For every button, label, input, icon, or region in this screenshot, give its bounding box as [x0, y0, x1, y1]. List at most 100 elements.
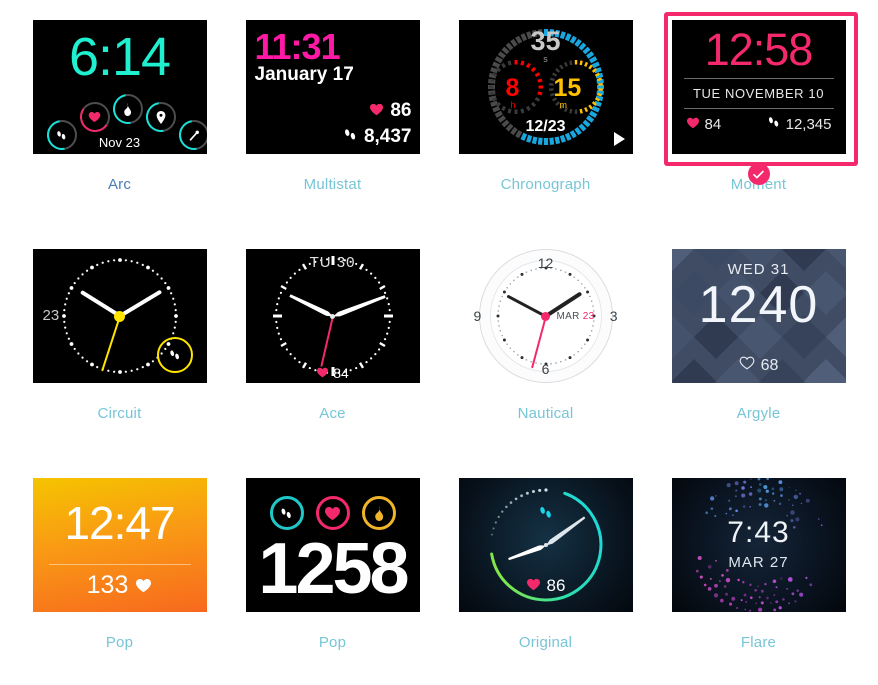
watch-face-label-chronograph[interactable]: Chronograph [459, 176, 633, 193]
chronograph-minutes: 15 [554, 74, 582, 103]
exercise-icon [179, 120, 207, 150]
watch-face-preview-original[interactable]: 86 [459, 478, 633, 612]
chronograph-hours: 8 [506, 74, 520, 103]
nautical-numeral-6: 6 [542, 361, 550, 377]
moment-heart-rate: 84 [686, 115, 722, 133]
chronograph-hours-unit: h [511, 100, 516, 110]
nautical-face: 12 3 6 9 MAR 23 [459, 249, 633, 383]
watch-face-tile-original[interactable]: 86 Original [459, 478, 633, 685]
steps-icon [343, 126, 358, 148]
watch-face-tile-zone[interactable]: 12:47 133 Pop [33, 478, 207, 685]
watch-face-tile-nautical[interactable]: 12 3 6 9 MAR 23 Nautical [459, 249, 633, 456]
flare-time: 7:43 [672, 516, 846, 550]
nautical-numeral-3: 3 [610, 308, 618, 324]
original-heart-rate-value: 86 [547, 576, 566, 596]
nautical-date-day: 23 [583, 311, 595, 322]
watch-face-preview-moment[interactable]: 12:58 TUE NOVEMBER 10 84 12,345 [672, 20, 846, 154]
chronograph-seconds-unit: s [543, 54, 548, 64]
watch-face-label-argyle[interactable]: Argyle [672, 405, 846, 422]
heart-icon [739, 356, 755, 375]
watch-face-label-flare[interactable]: Flare [672, 634, 846, 651]
original-heart-rate: 86 [459, 576, 633, 596]
ace-heart-rate-value: 84 [333, 365, 349, 381]
arc-time: 6:14 [33, 28, 207, 86]
ace-heart-rate: 84 [246, 365, 420, 381]
moment-steps-value: 12,345 [786, 116, 832, 133]
watch-face-tile-arc[interactable]: 6:14 Nov 23 [33, 20, 207, 227]
multistat-steps-value: 8,437 [364, 126, 412, 148]
watch-face-tile-multistat[interactable]: 11:31 January 17 86 8,437 Multistat [246, 20, 420, 227]
ace-face: TU 30 84 [246, 249, 420, 383]
watch-face-preview-multistat[interactable]: 11:31 January 17 86 8,437 [246, 20, 420, 154]
watch-face-tile-argyle[interactable]: WED 31 1240 68 Argyle [672, 249, 846, 456]
steps-icon [537, 504, 554, 526]
chronograph-face: 35 s 8 h 15 m 12/23 [459, 20, 633, 154]
watch-face-label-circuit[interactable]: Circuit [33, 405, 207, 422]
watch-face-label-multistat[interactable]: Multistat [246, 176, 420, 193]
steps-icon [157, 337, 193, 373]
flare-face: 7:43 MAR 27 [672, 478, 846, 612]
moment-steps: 12,345 [767, 115, 832, 133]
heart-icon [316, 365, 329, 381]
pop-face: 1258 [246, 478, 420, 612]
nautical-date-month: MAR [557, 311, 580, 322]
watch-face-tile-pop[interactable]: 1258 Pop [246, 478, 420, 685]
watch-face-preview-ace[interactable]: TU 30 84 [246, 249, 420, 383]
multistat-heart-rate-value: 86 [390, 100, 411, 122]
heart-icon [316, 496, 350, 530]
multistat-face: 11:31 January 17 86 8,437 [246, 20, 420, 154]
nautical-numeral-9: 9 [474, 308, 482, 324]
watch-face-preview-zone[interactable]: 12:47 133 [33, 478, 207, 612]
watch-face-preview-pop[interactable]: 1258 [246, 478, 420, 612]
dial-hub [330, 314, 335, 319]
circuit-face: 23 [33, 249, 207, 383]
watch-face-preview-argyle[interactable]: WED 31 1240 68 [672, 249, 846, 383]
watch-face-gallery: 6:14 Nov 23 [0, 0, 878, 685]
argyle-heart-rate: 68 [672, 356, 846, 375]
dial-hub [114, 311, 125, 322]
chronograph-date: 12/23 [525, 118, 565, 136]
check-icon [748, 163, 770, 185]
play-icon[interactable] [614, 132, 625, 146]
watch-face-label-zone[interactable]: Pop [33, 634, 207, 651]
watch-face-preview-arc[interactable]: 6:14 Nov 23 [33, 20, 207, 154]
heart-icon [80, 102, 110, 132]
divider [684, 78, 834, 79]
watch-face-preview-circuit[interactable]: 23 [33, 249, 207, 383]
watch-face-label-original[interactable]: Original [459, 634, 633, 651]
flare-date: MAR 27 [672, 554, 846, 571]
watch-face-preview-flare[interactable]: 7:43 MAR 27 [672, 478, 846, 612]
nautical-numeral-12: 12 [538, 255, 554, 271]
watch-face-tile-chronograph[interactable]: 35 s 8 h 15 m 12/23 Chronograph [459, 20, 633, 227]
watch-face-tile-ace[interactable]: TU 30 84 Ace [246, 249, 420, 456]
watch-face-tile-flare[interactable]: 7:43 MAR 27 Flare [672, 478, 846, 685]
steps-icon [270, 496, 304, 530]
dial-hub [544, 543, 548, 547]
watch-face-label-pop[interactable]: Pop [246, 634, 420, 651]
dial-hub [541, 312, 550, 321]
divider [49, 564, 191, 565]
moment-time: 12:58 [672, 24, 846, 76]
argyle-time: 1240 [672, 275, 846, 335]
argyle-face: WED 31 1240 68 [672, 249, 846, 383]
watch-face-tile-moment[interactable]: 12:58 TUE NOVEMBER 10 84 12,345 [672, 20, 846, 227]
zone-heart-rate: 133 [33, 571, 207, 600]
argyle-heart-rate-value: 68 [761, 357, 779, 375]
watch-face-label-ace[interactable]: Ace [246, 405, 420, 422]
heart-icon [369, 100, 384, 122]
watch-face-tile-circuit[interactable]: 23 Circuit [33, 249, 207, 456]
original-face: 86 [459, 478, 633, 612]
circuit-hour-marker: 23 [43, 307, 60, 324]
watch-face-preview-nautical[interactable]: 12 3 6 9 MAR 23 [459, 249, 633, 383]
watch-face-preview-chronograph[interactable]: 35 s 8 h 15 m 12/23 [459, 20, 633, 154]
ace-date: TU 30 [246, 254, 420, 271]
heart-icon [135, 571, 152, 600]
chronograph-minutes-unit: m [560, 100, 568, 110]
watch-face-label-nautical[interactable]: Nautical [459, 405, 633, 422]
zone-face: 12:47 133 [33, 478, 207, 612]
steps-icon [47, 120, 77, 150]
steps-icon [767, 115, 781, 133]
heart-icon [526, 576, 541, 596]
multistat-steps: 8,437 [343, 126, 412, 148]
watch-face-label-arc[interactable]: Arc [33, 176, 207, 193]
